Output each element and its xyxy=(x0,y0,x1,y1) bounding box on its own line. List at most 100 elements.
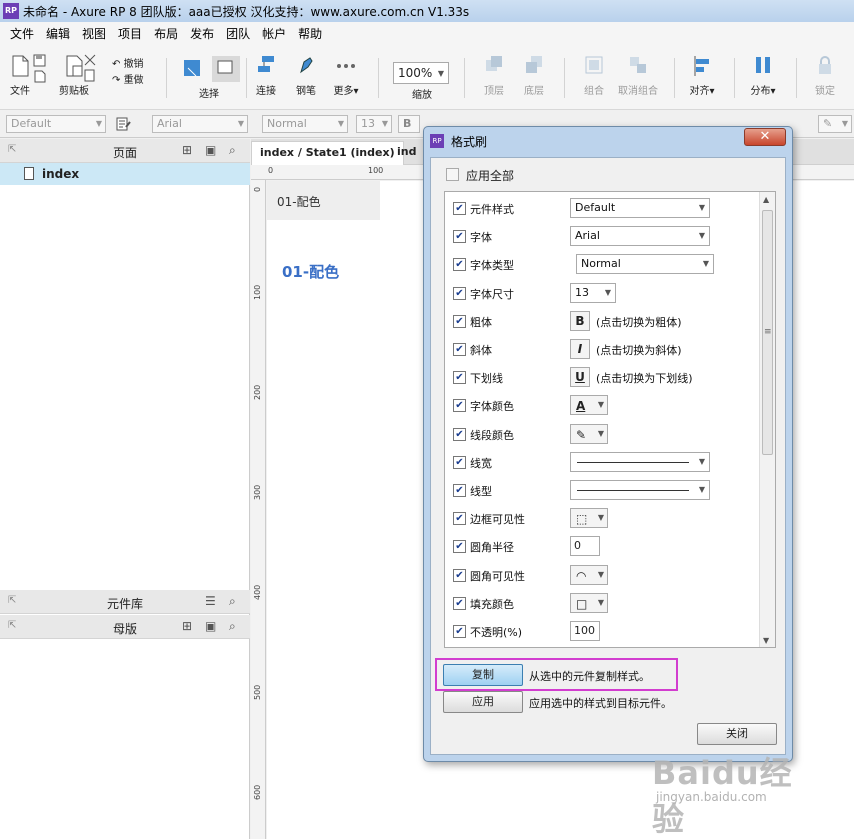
distribute-button[interactable]: 分布▾ xyxy=(743,54,783,97)
property-color-picker[interactable]: A ▼ xyxy=(570,395,608,416)
apply-all-label: 应用全部 xyxy=(466,169,515,183)
scroll-down-icon[interactable]: ▼ xyxy=(763,636,769,645)
property-checkbox[interactable]: ✔ xyxy=(453,568,466,582)
bring-to-top-button[interactable]: 顶层 xyxy=(474,54,514,97)
undo-button[interactable]: ↶ 撤销 xyxy=(112,55,144,70)
property-select-value: Arial xyxy=(575,229,600,243)
redo-button[interactable]: ↷ 重做 xyxy=(112,71,144,86)
property-checkbox[interactable]: ✔ xyxy=(453,371,466,385)
save-icon[interactable] xyxy=(33,54,47,84)
menu-icon[interactable]: ☰ xyxy=(205,594,216,608)
align-button[interactable]: 对齐▾ xyxy=(682,54,722,97)
property-select[interactable]: Default ▼ xyxy=(570,198,710,218)
tab-index[interactable]: ind xyxy=(397,145,416,158)
property-checkbox[interactable]: ✔ xyxy=(453,484,466,497)
ungroup-button[interactable]: 取消组合 xyxy=(618,54,658,97)
canvas-heading-widget[interactable]: 01-配色 xyxy=(282,261,339,282)
property-line-select[interactable]: ▼ xyxy=(570,451,710,472)
select-intersect-icon[interactable] xyxy=(182,58,204,80)
close-button[interactable]: 关闭 xyxy=(697,723,777,745)
chevron-down-icon: ▼ xyxy=(381,119,388,128)
property-color-picker[interactable]: ✎ ▼ xyxy=(570,423,608,444)
property-input[interactable]: 100 xyxy=(570,621,600,641)
property-color-picker[interactable]: ◠ ▼ xyxy=(570,564,608,585)
add-folder-icon[interactable]: ▣ xyxy=(205,619,216,633)
pen-button[interactable]: 钢笔 xyxy=(286,54,326,97)
font-size-select[interactable]: 13 ▼ xyxy=(356,115,392,133)
property-checkbox[interactable]: ✔ xyxy=(453,455,466,469)
add-folder-icon[interactable]: ▣ xyxy=(205,143,216,157)
property-checkbox[interactable]: ✔ xyxy=(453,540,466,554)
search-icon[interactable]: ⌕ xyxy=(229,594,236,609)
copy-button[interactable]: 复制 xyxy=(443,664,523,686)
property-checkbox[interactable]: ✔ xyxy=(453,596,466,610)
more-button[interactable]: 更多▾ xyxy=(326,54,366,97)
toolbar-divider xyxy=(464,58,465,98)
property-color-picker[interactable]: ⬚ ▼ xyxy=(570,508,608,529)
property-checkbox[interactable]: ✔ xyxy=(453,512,466,526)
bold-toggle[interactable]: B xyxy=(398,115,420,133)
scroll-thumb[interactable]: ≡ xyxy=(762,210,773,455)
menu-file[interactable]: 文件 xyxy=(4,25,40,42)
new-file-icon xyxy=(12,55,29,77)
close-icon[interactable]: ✕ xyxy=(744,128,786,146)
property-select[interactable]: Normal ▼ xyxy=(576,254,714,275)
scroll-up-icon[interactable]: ▲ xyxy=(763,195,769,204)
add-page-icon[interactable]: ⊞ xyxy=(182,143,192,157)
apply-all-checkbox[interactable]: 应用全部 xyxy=(446,167,514,184)
menu-edit[interactable]: 编辑 xyxy=(40,25,76,42)
property-checkbox[interactable]: ✔ xyxy=(453,314,466,328)
lock-button[interactable]: 锁定 xyxy=(805,54,845,97)
font-weight-select[interactable]: Normal ▼ xyxy=(262,115,348,133)
property-toggle-button[interactable]: U xyxy=(570,367,590,388)
list-scrollbar[interactable]: ▲ ≡ ▼ xyxy=(759,192,775,647)
group-button[interactable]: 组合 xyxy=(574,54,614,97)
menu-layout[interactable]: 布局 xyxy=(148,25,184,42)
property-line-select[interactable]: ▼ xyxy=(570,480,710,500)
cut-copy-icon[interactable] xyxy=(83,54,97,84)
menu-team[interactable]: 团队 xyxy=(220,25,256,42)
menu-account[interactable]: 帐户 xyxy=(256,25,292,42)
page-item-index[interactable]: index xyxy=(0,163,250,185)
chevron-down-icon: ▼ xyxy=(95,119,102,128)
add-master-icon[interactable]: ⊞ xyxy=(182,619,192,633)
style-editor-icon[interactable] xyxy=(116,117,132,131)
property-select[interactable]: Arial ▼ xyxy=(570,226,710,247)
canvas-note-widget[interactable]: 01-配色 xyxy=(267,181,380,220)
line-color-select[interactable]: ✎ ▼ xyxy=(818,115,852,133)
property-toggle-button[interactable]: I xyxy=(570,339,590,359)
property-select[interactable]: 13 ▼ xyxy=(570,282,616,303)
property-label: 字体颜色 xyxy=(470,400,514,414)
search-icon[interactable]: ⌕ xyxy=(229,619,236,634)
toolbar-divider xyxy=(564,58,565,98)
property-input[interactable]: 0 xyxy=(570,536,600,557)
property-checkbox[interactable]: ✔ xyxy=(453,286,466,300)
property-checkbox[interactable]: ✔ xyxy=(453,202,466,215)
property-toggle-button[interactable]: B xyxy=(570,310,590,331)
connect-button[interactable]: 连接 xyxy=(246,54,286,97)
property-checkbox[interactable]: ✔ xyxy=(453,258,466,272)
property-checkbox[interactable]: ✔ xyxy=(453,399,466,413)
font-select[interactable]: Arial ▼ xyxy=(152,115,248,133)
property-checkbox[interactable]: ✔ xyxy=(453,230,466,244)
send-to-bottom-button[interactable]: 底层 xyxy=(514,54,554,97)
property-checkbox[interactable]: ✔ xyxy=(453,625,466,638)
menu-publish[interactable]: 发布 xyxy=(184,25,220,42)
tab-index-state1[interactable]: index / State1 (index) xyxy=(251,141,404,165)
menu-help[interactable]: 帮助 xyxy=(292,25,328,42)
style-select[interactable]: Default ▼ xyxy=(6,115,106,133)
property-row: ✔ 粗体 B (点击切换为粗体) xyxy=(445,309,759,335)
property-checkbox[interactable]: ✔ xyxy=(453,343,466,356)
property-color-picker[interactable]: □ ▼ xyxy=(570,592,608,613)
apply-button[interactable]: 应用 xyxy=(443,691,523,713)
paste-icon xyxy=(66,55,83,77)
property-checkbox[interactable]: ✔ xyxy=(453,427,466,441)
dialog-titlebar[interactable]: RP 格式刷 ✕ xyxy=(424,127,792,153)
menu-view[interactable]: 视图 xyxy=(76,25,112,42)
menu-bar: 文件 编辑 视图 项目 布局 发布 团队 帐户 帮助 xyxy=(0,22,854,44)
zoom-select[interactable]: 100% ▼ xyxy=(393,62,449,84)
select-contained-icon[interactable] xyxy=(212,56,240,82)
search-icon[interactable]: ⌕ xyxy=(229,143,236,158)
ruler-label: 0 xyxy=(268,166,274,175)
menu-project[interactable]: 项目 xyxy=(112,25,148,42)
